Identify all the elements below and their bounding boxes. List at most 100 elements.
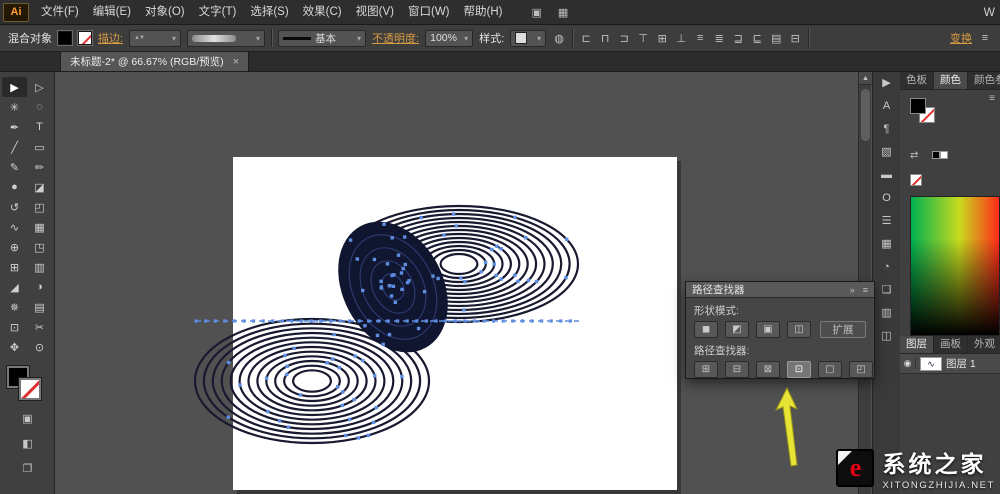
tab-bottom-2[interactable]: 画板: [934, 336, 968, 353]
tab-top-1[interactable]: 色板: [900, 72, 934, 89]
perspective-grid-tool[interactable]: ◳: [27, 237, 52, 257]
pen-tool[interactable]: ✒: [2, 117, 27, 137]
panel-menu-icon[interactable]: ≡: [978, 32, 992, 44]
magic-wand-tool[interactable]: ✳: [2, 97, 27, 117]
arrange-documents-icon[interactable]: ▣: [531, 6, 541, 19]
none-swatch[interactable]: [910, 174, 922, 186]
distribute-bottom-icon[interactable]: ⊒: [731, 32, 745, 45]
visibility-eye-icon[interactable]: ◉: [900, 358, 916, 369]
outline-button[interactable]: ▢: [818, 361, 842, 378]
width-profile-combo[interactable]: ▾: [187, 30, 265, 47]
align-right-icon[interactable]: ⊐: [617, 32, 631, 45]
expand-dock-icon[interactable]: ▶: [882, 77, 890, 90]
panel-menu-icon[interactable]: ≡: [863, 285, 868, 295]
tab-bottom-1[interactable]: 图层: [900, 336, 934, 353]
pencil-tool[interactable]: ✏: [27, 157, 52, 177]
panel-collapse-icon[interactable]: »: [850, 285, 855, 295]
menu-item-5[interactable]: 选择(S): [243, 0, 295, 24]
layer-row[interactable]: ◉∿图层 1: [900, 354, 1000, 374]
zoom-tool[interactable]: ⊙: [27, 337, 52, 357]
exclude-button[interactable]: ◫: [787, 321, 811, 338]
artboard-tool[interactable]: ⊡: [2, 317, 27, 337]
paintbrush-tool[interactable]: ✎: [2, 157, 27, 177]
align-center-h-icon[interactable]: ⊓: [598, 32, 612, 45]
paragraph-panel-icon[interactable]: ¶: [884, 123, 890, 136]
transparency-panel-icon[interactable]: ◔: [883, 261, 890, 274]
trim-button[interactable]: ⊟: [725, 361, 749, 378]
direct-selection-tool[interactable]: ▷: [27, 77, 52, 97]
tab-bottom-3[interactable]: 外观: [968, 336, 1000, 353]
scale-tool[interactable]: ◰: [27, 197, 52, 217]
artboard-nav-icon[interactable]: ❐: [23, 462, 33, 475]
merge-button[interactable]: ⊠: [756, 361, 780, 378]
minus-back-button[interactable]: ◰: [849, 361, 873, 378]
selection-tool[interactable]: ▶: [2, 77, 27, 97]
opacity-link[interactable]: 不透明度:: [372, 30, 419, 46]
tab-top-2[interactable]: 颜色: [934, 72, 968, 89]
shape-builder-tool[interactable]: ⊕: [2, 237, 27, 257]
menu-item-3[interactable]: 对象(O): [138, 0, 192, 24]
brush-definition-combo[interactable]: 基本▾: [278, 30, 366, 47]
draw-mode-icon[interactable]: ▣: [22, 412, 32, 425]
stroke-link[interactable]: 描边:: [98, 30, 123, 46]
mesh-tool[interactable]: ⊞: [2, 257, 27, 277]
expand-button[interactable]: 扩展: [820, 321, 866, 338]
appearance-panel-icon[interactable]: ☰: [882, 215, 892, 228]
opentype-panel-icon[interactable]: O: [882, 192, 891, 205]
distribute-top-icon[interactable]: ≡: [693, 32, 707, 45]
crop-button[interactable]: ⊡: [787, 361, 811, 378]
blend-tool[interactable]: ◑: [27, 277, 52, 297]
eraser-tool[interactable]: ◪: [27, 177, 52, 197]
stroke-weight-spinner-icon[interactable]: ▲▼: [134, 35, 144, 41]
unite-button[interactable]: ◼: [694, 321, 718, 338]
stroke-color-swatch[interactable]: [78, 31, 92, 45]
tab-top-3[interactable]: 颜色参: [968, 72, 1000, 89]
distribute-center-icon[interactable]: ≣: [712, 32, 726, 45]
default-colors-icon[interactable]: [932, 150, 948, 162]
eyedropper-tool[interactable]: ◢: [2, 277, 27, 297]
menu-item-7[interactable]: 视图(V): [349, 0, 401, 24]
color-spectrum[interactable]: [910, 196, 1000, 336]
workspace-switcher-icon[interactable]: ▦: [558, 6, 568, 19]
distribute-left-icon[interactable]: ⊑: [750, 32, 764, 45]
align-panel-icon[interactable]: ▥: [881, 307, 891, 320]
style-combo[interactable]: ▾: [510, 30, 546, 47]
align-center-v-icon[interactable]: ⊞: [655, 32, 669, 45]
stroke-weight-combo[interactable]: ▲▼▾: [129, 30, 181, 47]
menu-item-6[interactable]: 效果(C): [296, 0, 349, 24]
gradient-tool[interactable]: ▥: [27, 257, 52, 277]
align-left-icon[interactable]: ⊏: [579, 32, 593, 45]
recolor-artwork-icon[interactable]: ◍: [552, 32, 566, 45]
graphic-styles-panel-icon[interactable]: ▦: [881, 238, 891, 251]
hand-tool[interactable]: ✥: [2, 337, 27, 357]
slice-tool[interactable]: ✂: [27, 317, 52, 337]
stroke-swatch[interactable]: [19, 378, 41, 400]
divide-button[interactable]: ⊞: [694, 361, 718, 378]
menu-item-1[interactable]: 文件(F): [34, 0, 86, 24]
pathfinder-panel-icon[interactable]: ◫: [881, 330, 891, 343]
width-tool[interactable]: ∿: [2, 217, 27, 237]
column-graph-tool[interactable]: ▤: [27, 297, 52, 317]
pathfinder-titlebar[interactable]: 路径查找器 » ≡: [686, 282, 874, 298]
rectangle-tool[interactable]: ▭: [27, 137, 52, 157]
transform-link[interactable]: 变换: [950, 30, 972, 46]
app-logo[interactable]: Ai: [3, 3, 29, 22]
menu-item-8[interactable]: 窗口(W): [401, 0, 457, 24]
minus-front-button[interactable]: ◩: [725, 321, 749, 338]
swap-colors-icon[interactable]: ⇄: [910, 150, 918, 161]
screen-mode-icon[interactable]: ◧: [22, 437, 32, 450]
fill-color-swatch[interactable]: [58, 31, 72, 45]
close-icon[interactable]: ×: [233, 56, 239, 68]
distribute-spacing-icon[interactable]: ⊟: [788, 32, 802, 45]
menu-item-4[interactable]: 文字(T): [192, 0, 244, 24]
opacity-combo[interactable]: 100%▾: [425, 30, 473, 47]
stroke-panel-icon[interactable]: ▬: [881, 169, 892, 182]
menu-item-9[interactable]: 帮助(H): [457, 0, 510, 24]
document-tab[interactable]: 未标题-2* @ 66.67% (RGB/预览) ×: [60, 51, 249, 71]
align-top-icon[interactable]: ⊤: [636, 32, 650, 45]
color-panel-menu-icon[interactable]: ≡: [989, 93, 995, 104]
lasso-tool[interactable]: ◌: [27, 97, 52, 117]
align-bottom-icon[interactable]: ⊥: [674, 32, 688, 45]
type-tool[interactable]: T: [27, 117, 52, 137]
free-transform-tool[interactable]: ▦: [27, 217, 52, 237]
